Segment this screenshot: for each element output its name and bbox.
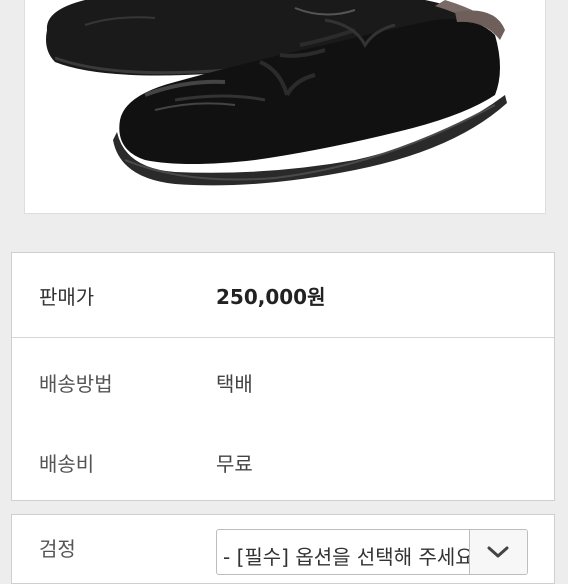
price-value: 250,000원	[216, 285, 326, 309]
shipping-fee-label: 배송비	[39, 452, 95, 476]
option-select-value: - [필수] 옵션을 선택해 주세요 -	[223, 545, 471, 569]
option-row: 검정 - [필수] 옵션을 선택해 주세요 -	[11, 514, 555, 584]
shipping-method-label: 배송방법	[39, 372, 113, 396]
product-info-table: 판매가 250,000원 배송방법 택배 배송비 무료	[11, 252, 555, 501]
shipping-fee-value: 무료	[216, 452, 253, 476]
product-image	[24, 0, 546, 214]
price-row: 판매가 250,000원	[12, 253, 554, 338]
shipping-fee-row: 배송비 무료	[12, 418, 554, 500]
option-select[interactable]: - [필수] 옵션을 선택해 주세요 -	[216, 529, 528, 575]
option-label: 검정	[39, 537, 76, 561]
price-label: 판매가	[39, 285, 95, 309]
option-dropdown-button[interactable]	[469, 530, 527, 574]
shoe-illustration	[46, 0, 507, 186]
shipping-method-row: 배송방법 택배	[12, 338, 554, 418]
shipping-method-value: 택배	[216, 372, 253, 396]
chevron-down-icon	[487, 546, 509, 558]
